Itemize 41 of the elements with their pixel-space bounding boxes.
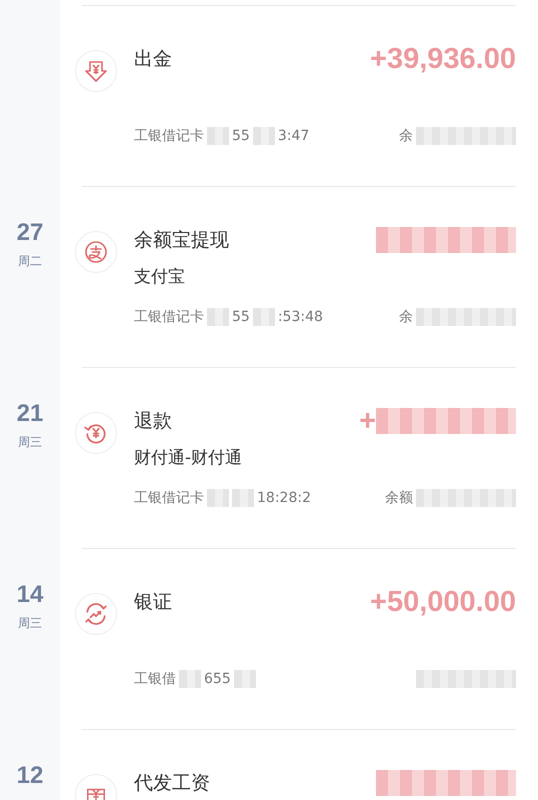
transaction-source: 财付通-财付通 [134, 446, 242, 468]
transaction-time: 3:47 [278, 128, 310, 144]
transaction-title: 银证 [134, 590, 172, 615]
transaction-title: 余额宝提现 [134, 228, 229, 253]
transaction-amount: + [359, 404, 376, 438]
balance-label: 余额 [385, 489, 413, 507]
redacted-text [252, 127, 275, 145]
down-arrow-icon [84, 59, 108, 83]
transaction-amount: +50,000.00 [370, 586, 516, 618]
transaction-title: 退款 [134, 409, 172, 434]
date-weekday: 周二 [18, 253, 42, 270]
card-tail: 55 [232, 128, 250, 144]
date-day: 21 [16, 400, 44, 428]
redacted-text [252, 308, 275, 326]
date-weekday: 周三 [18, 434, 42, 451]
transaction-source: 支付宝 [134, 266, 185, 288]
exchange-trend-icon [83, 601, 109, 627]
balance-label: 余 [399, 308, 413, 326]
transaction-time: :53:48 [278, 309, 323, 325]
transaction-title: 出金 [134, 47, 172, 72]
transaction-title: 代发工资 [134, 771, 210, 796]
card-name: 工银借 [134, 670, 176, 688]
card-name: 工银借记卡 [134, 127, 204, 145]
redacted-text [207, 308, 229, 326]
date-weekday: 周三 [18, 615, 42, 632]
redacted-text [179, 670, 201, 688]
payment-logo-icon [84, 240, 108, 264]
card-name: 工银借记卡 [134, 308, 204, 326]
card-tail: 55 [232, 309, 250, 325]
redacted-text [207, 489, 229, 507]
redacted-text [207, 127, 229, 145]
transaction-time: 18:28:2 [257, 490, 311, 506]
redacted-text [234, 670, 256, 688]
balance-label: 余 [399, 127, 413, 145]
card-name: 工银借记卡 [134, 489, 204, 507]
transaction-amount: +39,936.00 [370, 42, 516, 76]
date-day: 12 [16, 762, 44, 790]
date-day: 27 [16, 219, 44, 247]
redacted-text [232, 489, 254, 507]
date-day: 14 [16, 581, 44, 609]
card-tail: 655 [204, 671, 231, 687]
